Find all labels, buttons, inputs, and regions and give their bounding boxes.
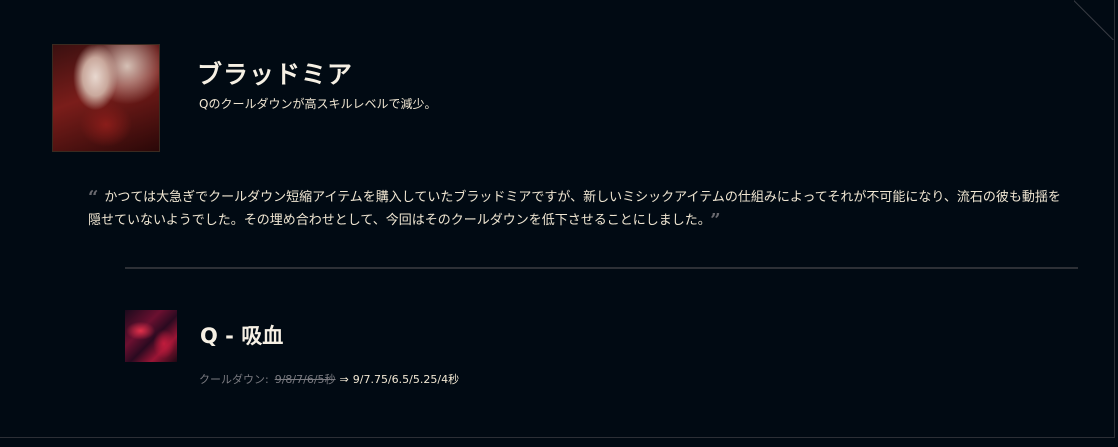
champion-summary: Qのクールダウンが高スキルレベルで減少。 <box>199 97 437 111</box>
card-corner-decoration <box>1074 0 1114 40</box>
champion-portrait-image <box>52 44 160 152</box>
attribute-old-value: 9/8/7/6/5秒 <box>274 373 336 386</box>
ability-name: Q - 吸血 <box>200 324 284 348</box>
ability-icon <box>125 310 177 362</box>
change-arrow-icon: ⇒ <box>339 373 349 386</box>
attribute-new-value: 9/7.75/6.5/5.25/4秒 <box>352 373 460 386</box>
champion-name: ブラッドミア <box>197 60 354 89</box>
quote-open-icon: “ <box>88 187 99 208</box>
attribute-label: クールダウン: <box>199 373 269 386</box>
quote-close-icon: ” <box>710 210 721 231</box>
quote-text: かつては大急ぎでクールダウン短縮アイテムを購入していたブラッドミアですが、新しい… <box>88 190 1061 228</box>
patch-change-card: ブラッドミア Qのクールダウンが高スキルレベルで減少。 “かつては大急ぎでクール… <box>0 0 1115 438</box>
designer-quote: “かつては大急ぎでクールダウン短縮アイテムを購入していたブラッドミアですが、新し… <box>88 186 1068 232</box>
section-divider <box>125 267 1078 269</box>
ability-attribute-change: クールダウン: 9/8/7/6/5秒 ⇒ 9/7.75/6.5/5.25/4秒 <box>199 371 459 387</box>
